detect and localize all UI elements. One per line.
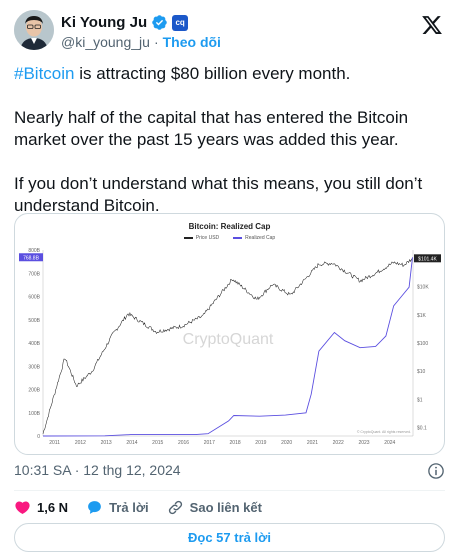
author-name[interactable]: Ki Young Ju — [61, 14, 147, 31]
x-axis-tick-label: 2011 — [49, 440, 60, 446]
left-axis-tick-label: 0 — [37, 434, 40, 440]
right-axis-tick-label: $10 — [417, 369, 426, 375]
like-button[interactable]: 1,6 N — [14, 499, 68, 516]
copy-link-label: Sao liên kết — [189, 499, 262, 515]
left-axis-tick-label: 500B — [28, 318, 40, 324]
chart-title: Bitcoin: Realized Cap — [188, 222, 271, 231]
tweet-media-chart[interactable]: 800B 700B 600B 500B 400B 300B 200B 100B 0 $10K $1K… — [14, 213, 445, 455]
verified-badge-icon — [152, 15, 167, 30]
like-count: 1,6 N — [37, 499, 69, 515]
left-axis-tick-label: 300B — [28, 364, 40, 370]
left-axis-tick-label: 400B — [28, 341, 40, 347]
x-axis-tick-label: 2016 — [178, 440, 189, 446]
speech-bubble-icon — [88, 500, 101, 514]
right-current-value-label: $101.4K — [418, 256, 437, 262]
legend-item-realized-cap: Realized Cap — [233, 235, 275, 241]
tweet-paragraph-2: Nearly half of the capital that has ente… — [14, 108, 409, 149]
right-axis-tick-label: $100 — [417, 341, 428, 347]
right-axis-tick-label: $1K — [417, 313, 427, 319]
read-replies-button[interactable]: Đọc 57 trả lời — [14, 523, 445, 552]
action-bar: 1,6 N Trả lời Sao liên kết — [14, 496, 280, 518]
tweet-paragraph-1: #Bitcoin is attracting $80 billion every… — [14, 63, 444, 85]
separator-dot: · — [153, 34, 159, 50]
left-axis-tick-label: 800B — [28, 248, 40, 254]
x-axis-tick-label: 2017 — [204, 440, 215, 446]
x-axis-tick-label: 2015 — [152, 440, 163, 446]
left-axis-tick-label: 700B — [28, 271, 40, 277]
x-axis-tick-label: 2022 — [333, 440, 344, 446]
author-block: Ki Young Ju cq @ki_young_ju · Theo dõi — [61, 13, 221, 50]
right-axis-tick-label: $10K — [417, 285, 429, 291]
left-current-value-label: 768.8B — [23, 255, 40, 261]
author-handle[interactable]: @ki_young_ju — [61, 34, 150, 50]
chart-watermark: CryptoQuant — [183, 331, 274, 348]
reply-button[interactable]: Trả lời — [86, 499, 149, 516]
follow-button[interactable]: Theo dõi — [163, 34, 221, 50]
tweet-timestamp[interactable]: 10:31 SA · 12 thg 12, 2024 — [14, 462, 181, 478]
tweet-paragraph-3: If you don’t understand what this means,… — [14, 174, 423, 215]
x-axis-tick-label: 2018 — [230, 440, 241, 446]
left-axis-tick-label: 200B — [28, 388, 40, 394]
legend-item-price: Price USD — [183, 235, 219, 241]
author-avatar[interactable] — [14, 10, 54, 50]
left-axis-tick-label: 600B — [28, 295, 40, 301]
x-axis-tick-label: 2021 — [307, 440, 318, 446]
link-icon — [168, 500, 182, 514]
hashtag-link[interactable]: #Bitcoin — [14, 64, 74, 83]
x-axis-tick-label: 2019 — [255, 440, 266, 446]
chart-legend: Price USD Realized Cap — [15, 235, 444, 241]
divider — [14, 490, 445, 491]
x-axis-tick-label: 2020 — [281, 440, 292, 446]
x-axis-tick-label: 2014 — [126, 440, 137, 446]
right-axis-tick-label: $0.1 — [417, 426, 427, 432]
x-axis-tick-label: 2023 — [358, 440, 369, 446]
x-axis-tick-label: 2012 — [75, 440, 86, 446]
reply-label: Trả lời — [109, 499, 149, 515]
x-axis-tick-label: 2024 — [384, 440, 395, 446]
right-axis-tick-label: $1 — [417, 397, 423, 403]
copy-link-button[interactable]: Sao liên kết — [167, 499, 262, 516]
tweet-line1-text: is attracting $80 billion every month. — [74, 64, 351, 83]
tweet-header: Ki Young Ju cq @ki_young_ju · Theo dõi — [14, 10, 445, 54]
organization-badge-icon: cq — [172, 14, 189, 31]
left-axis-tick-label: 100B — [28, 411, 40, 417]
info-icon[interactable] — [427, 462, 445, 480]
chart-credit: © CryptoQuant. All rights reserved. — [357, 430, 411, 434]
x-logo-icon[interactable] — [421, 14, 443, 36]
avatar-image — [14, 10, 54, 50]
x-axis-tick-label: 2013 — [101, 440, 112, 446]
realized-cap-chart: 800B 700B 600B 500B 400B 300B 200B 100B 0 $10K $1K… — [19, 248, 441, 446]
heart-icon — [15, 500, 30, 514]
